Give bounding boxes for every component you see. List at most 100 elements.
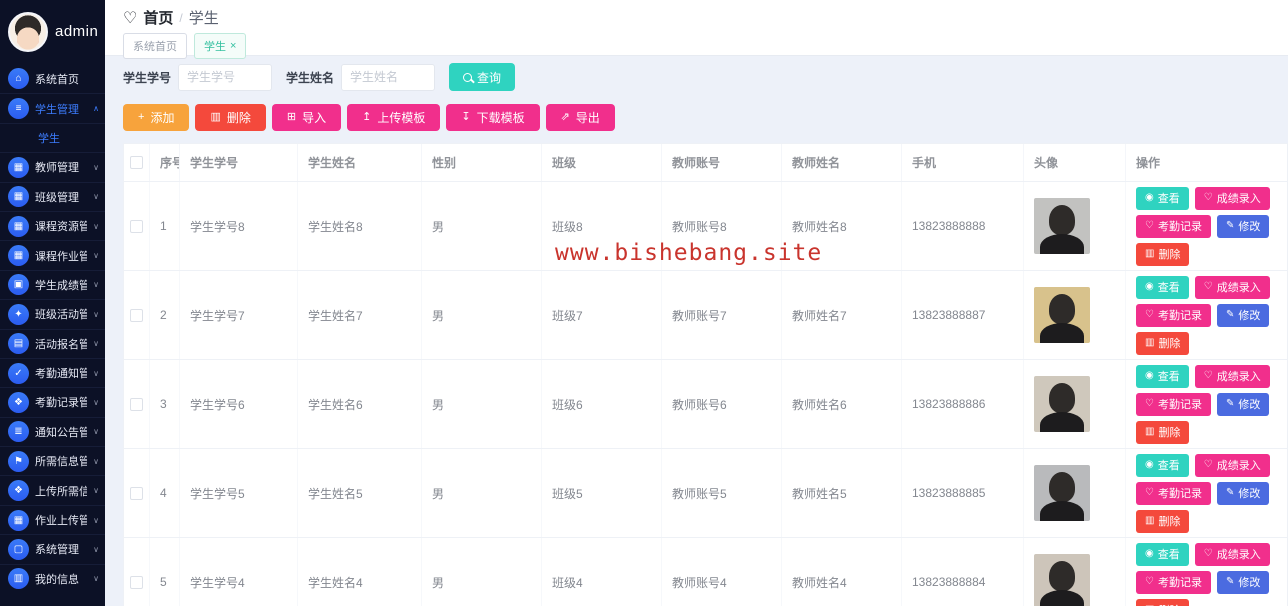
sidebar-menu-item[interactable]: ▦ 班级管理 ∨ — [0, 181, 105, 211]
eye-icon: ◉ — [1145, 548, 1154, 559]
sidebar-submenu-item[interactable]: 学生 — [0, 122, 105, 152]
sidebar-menu-item[interactable]: ≡ 学生管理 ∧ — [0, 93, 105, 122]
toolbar-button-plus[interactable]: + 添加 — [123, 104, 190, 131]
heart-icon: ♡ — [123, 9, 138, 27]
row-action-trash-red[interactable]: ▥ 删除 — [1136, 420, 1190, 444]
sidebar-menu-item[interactable]: ▦ 作业上传管理 ∨ — [0, 504, 105, 534]
eye-icon: ◉ — [1145, 459, 1154, 470]
chevron-down-icon: ∨ — [93, 251, 99, 261]
student-id-input[interactable] — [178, 63, 273, 91]
trash-icon: ▥ — [1145, 515, 1155, 526]
user-profile[interactable]: admin — [0, 0, 105, 62]
row-action-heart-pink[interactable]: ♡ 成绩录入 — [1194, 186, 1270, 210]
row-action-edit-blue[interactable]: ✎ 修改 — [1216, 481, 1270, 505]
chevron-down-icon: ∨ — [93, 192, 99, 202]
sidebar-menu-item[interactable]: ✦ 班级活动管理 ∨ — [0, 299, 105, 328]
row-checkbox[interactable] — [130, 219, 143, 233]
row-action-label: 查看 — [1157, 282, 1180, 294]
toolbar: + 添加 ▥ 删除 ⊞ 导入 ↥ 上传模板 ↧ 下载模板 ⇗ 导出 — [123, 104, 1288, 131]
sidebar-menu-item[interactable]: ≣ 通知公告管理 ∨ — [0, 416, 105, 446]
sidebar: admin ⌂ 系统首页 ≡ 学生管理 ∧ 学生 ▦ 教师管理 ∨ ▦ 班级管理… — [0, 0, 105, 606]
sidebar-menu-item[interactable]: ▢ 系统管理 ∨ — [0, 534, 105, 563]
row-action-eye-teal[interactable]: ◉ 查看 — [1136, 275, 1189, 299]
toolbar-button-download[interactable]: ↧ 下载模板 — [446, 104, 540, 131]
toolbar-button-import[interactable]: ⊞ 导入 — [271, 104, 342, 131]
row-action-trash-red[interactable]: ▥ 删除 — [1136, 242, 1190, 266]
toolbar-button-trash[interactable]: ▥ 删除 — [195, 104, 266, 131]
row-action-heart-pink[interactable]: ♡ 考勤记录 — [1136, 303, 1211, 327]
sidebar-menu-item[interactable]: ⌂ 系统首页 — [0, 64, 105, 93]
row-action-heart-pink[interactable]: ♡ 成绩录入 — [1194, 275, 1270, 299]
row-action-trash-red[interactable]: ▥ 删除 — [1136, 509, 1190, 533]
row-action-heart-pink[interactable]: ♡ 考勤记录 — [1136, 570, 1211, 594]
row-action-edit-blue[interactable]: ✎ 修改 — [1216, 214, 1270, 238]
table-row: 2 学生学号7 学生姓名7 男 班级7 教师账号7 教师姓名7 13823888… — [124, 270, 1287, 359]
row-action-edit-blue[interactable]: ✎ 修改 — [1216, 303, 1270, 327]
row-action-eye-teal[interactable]: ◉ 查看 — [1136, 364, 1189, 388]
chevron-up-icon: ∧ — [93, 104, 99, 114]
column-header: 班级 — [542, 144, 662, 181]
toolbar-button-label: 导出 — [575, 111, 600, 125]
row-action-heart-pink[interactable]: ♡ 成绩录入 — [1194, 453, 1270, 477]
sidebar-menu-item[interactable]: ▤ 活动报名管理 ∨ — [0, 328, 105, 358]
menu-item-label: 学生成绩管理 — [35, 279, 88, 292]
doc-icon: ▤ — [8, 333, 29, 355]
row-action-edit-blue[interactable]: ✎ 修改 — [1216, 392, 1270, 416]
row-action-trash-red[interactable]: ▥ 删除 — [1136, 598, 1190, 606]
toolbar-button-upload[interactable]: ↥ 上传模板 — [347, 104, 441, 131]
toolbar-button-label: 添加 — [150, 111, 175, 125]
cell-class: 班级6 — [542, 360, 662, 448]
row-checkbox[interactable] — [130, 575, 143, 589]
sidebar-menu-item[interactable]: ❖ 考勤记录管理 ∨ — [0, 387, 105, 416]
row-action-eye-teal[interactable]: ◉ 查看 — [1136, 186, 1189, 210]
row-action-heart-pink[interactable]: ♡ 成绩录入 — [1194, 364, 1270, 388]
row-action-heart-pink[interactable]: ♡ 成绩录入 — [1194, 542, 1270, 566]
row-action-eye-teal[interactable]: ◉ 查看 — [1136, 453, 1189, 477]
cell-index: 1 — [150, 182, 180, 270]
toolbar-button-export[interactable]: ⇗ 导出 — [545, 104, 615, 131]
breadcrumb-separator: / — [179, 10, 183, 25]
sidebar-menu-item[interactable]: ✓ 考勤通知管理 ∨ — [0, 357, 105, 387]
tab-label: 系统首页 — [133, 41, 177, 53]
row-action-heart-pink[interactable]: ♡ 考勤记录 — [1136, 481, 1211, 505]
row-action-heart-pink[interactable]: ♡ 考勤记录 — [1136, 214, 1211, 238]
sidebar-menu-item[interactable]: ▣ 学生成绩管理 ∨ — [0, 269, 105, 299]
search-button[interactable]: 查询 — [449, 63, 516, 91]
photo-man-beige-wall — [1034, 376, 1090, 432]
row-checkbox[interactable] — [130, 397, 143, 411]
row-action-label: 修改 — [1238, 577, 1261, 589]
search-icon — [463, 72, 473, 82]
sidebar-menu-item[interactable]: ▦ 教师管理 ∨ — [0, 152, 105, 181]
tab-close-icon[interactable]: × — [230, 40, 236, 52]
row-action-trash-red[interactable]: ▥ 删除 — [1136, 331, 1190, 355]
photo-man-black-beanie-mask — [1034, 465, 1090, 521]
table-card: 序号学生学号学生姓名性别班级教师账号教师姓名手机头像操作 1 学生学号8 学生姓… — [123, 143, 1288, 606]
cell-teacher-account: 教师账号8 — [662, 182, 782, 270]
column-header: 序号 — [150, 144, 180, 181]
trash-icon: ▥ — [1145, 337, 1155, 348]
grid-icon: ▦ — [8, 156, 29, 178]
sidebar-menu-item[interactable]: ❖ 上传所需信息管理 ∨ — [0, 475, 105, 504]
heart-icon: ♡ — [1145, 576, 1154, 587]
app-root: admin ⌂ 系统首页 ≡ 学生管理 ∧ 学生 ▦ 教师管理 ∨ ▦ 班级管理… — [0, 0, 1288, 606]
breadcrumb-home[interactable]: 首页 — [143, 7, 173, 28]
row-checkbox[interactable] — [130, 308, 143, 322]
sidebar-menu-item[interactable]: ⚑ 所需信息管理 ∨ — [0, 446, 105, 475]
row-action-label: 删除 — [1158, 602, 1180, 606]
edit-icon: ✎ — [1225, 487, 1235, 498]
select-all-checkbox[interactable] — [130, 156, 143, 169]
trash-icon: ▥ — [1145, 248, 1155, 259]
edit-icon: ✎ — [1225, 576, 1235, 587]
row-action-eye-teal[interactable]: ◉ 查看 — [1136, 542, 1189, 566]
cell-student-id: 学生学号5 — [180, 449, 298, 537]
row-action-label: 查看 — [1157, 371, 1180, 383]
student-name-input[interactable] — [341, 63, 436, 91]
sidebar-menu-item[interactable]: ▦ 课程作业管理 ∨ — [0, 240, 105, 269]
sidebar-menu-item[interactable]: ▦ 课程资源管理 ∨ — [0, 210, 105, 240]
row-action-heart-pink[interactable]: ♡ 考勤记录 — [1136, 392, 1211, 416]
menu-item-label: 学生管理 — [35, 103, 79, 116]
row-checkbox[interactable] — [130, 486, 143, 500]
sidebar-menu-item[interactable]: ▥ 我的信息 ∨ — [0, 563, 105, 593]
row-action-edit-blue[interactable]: ✎ 修改 — [1216, 570, 1270, 594]
heart-icon: ♡ — [1203, 548, 1213, 559]
